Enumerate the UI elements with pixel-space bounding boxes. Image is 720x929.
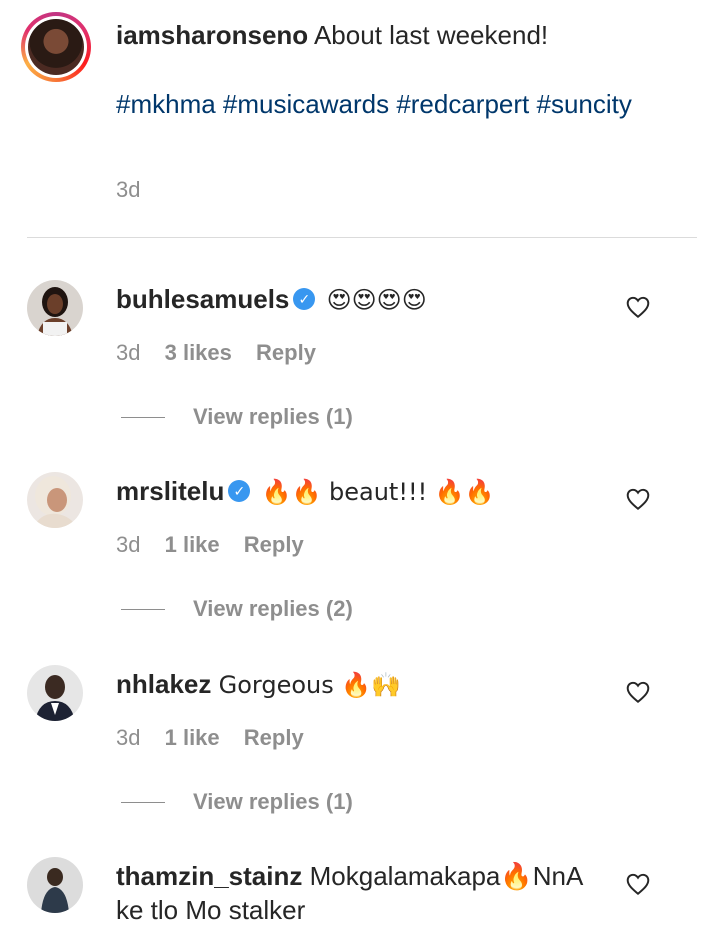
heart-outline-icon[interactable] bbox=[625, 679, 651, 705]
verified-badge-icon: ✓ bbox=[293, 288, 316, 311]
caption-author-avatar[interactable] bbox=[21, 12, 91, 82]
comment-text-block: mrslitelu ✓ 🔥🔥 beaut!!! 🔥🔥 bbox=[116, 474, 606, 509]
avatar[interactable] bbox=[27, 665, 83, 721]
replies-divider bbox=[121, 417, 165, 418]
comment-username[interactable]: thamzin_stainz bbox=[116, 861, 302, 891]
caption-timestamp: 3d bbox=[116, 177, 141, 202]
comment-text: Gorgeous 🔥🙌 bbox=[218, 671, 402, 699]
reply-button[interactable]: Reply bbox=[244, 532, 304, 557]
comment-likes[interactable]: 1 like bbox=[165, 532, 220, 557]
heart-outline-icon[interactable] bbox=[625, 871, 651, 897]
heart-outline-icon[interactable] bbox=[625, 294, 651, 320]
comment-timestamp: 3d bbox=[116, 532, 141, 557]
post-caption: iamsharonseno About last weekend! #mkhma… bbox=[0, 0, 720, 238]
comment-text: 🔥🔥 beaut!!! 🔥🔥 bbox=[261, 478, 495, 506]
comment-text: 😍😍😍😍 bbox=[326, 286, 427, 314]
replies-divider bbox=[121, 802, 165, 803]
comment-likes[interactable]: 1 like bbox=[165, 725, 220, 750]
comment-text-block: thamzin_stainz Mokgalamakapa🔥NnA ke tlo … bbox=[116, 859, 606, 927]
comment-text-block: buhlesamuels ✓ 😍😍😍😍 bbox=[116, 282, 606, 317]
comment-username[interactable]: mrslitelu bbox=[116, 476, 224, 506]
avatar[interactable] bbox=[27, 857, 83, 913]
comment-text-block: nhlakez Gorgeous 🔥🙌 bbox=[116, 667, 606, 702]
reply-button[interactable]: Reply bbox=[244, 725, 304, 750]
comment-likes[interactable]: 3 likes bbox=[165, 340, 232, 365]
caption-username[interactable]: iamsharonseno bbox=[116, 20, 308, 50]
avatar[interactable] bbox=[27, 472, 83, 528]
caption-text: About last weekend! bbox=[313, 20, 549, 50]
comment-timestamp: 3d bbox=[116, 725, 141, 750]
divider bbox=[27, 237, 697, 238]
comment-timestamp: 3d bbox=[116, 340, 141, 365]
view-replies-label: View replies (2) bbox=[193, 596, 353, 621]
heart-outline-icon[interactable] bbox=[625, 486, 651, 512]
avatar[interactable] bbox=[27, 280, 83, 336]
caption-text-block: iamsharonseno About last weekend! bbox=[116, 18, 676, 52]
caption-hashtags[interactable]: #mkhma #musicawards #redcarpert #suncity bbox=[116, 87, 676, 121]
comment-meta: 3d 1 like Reply bbox=[116, 532, 322, 558]
verified-badge-icon: ✓ bbox=[228, 480, 251, 503]
view-replies-label: View replies (1) bbox=[193, 404, 353, 429]
comment-meta: 3d 1 like Reply bbox=[116, 725, 322, 751]
reply-button[interactable]: Reply bbox=[256, 340, 316, 365]
view-replies-label: View replies (1) bbox=[193, 789, 353, 814]
comment-username[interactable]: nhlakez bbox=[116, 669, 211, 699]
replies-divider bbox=[121, 609, 165, 610]
comment-username[interactable]: buhlesamuels bbox=[116, 284, 289, 314]
comment-meta: 3d 3 likes Reply bbox=[116, 340, 334, 366]
